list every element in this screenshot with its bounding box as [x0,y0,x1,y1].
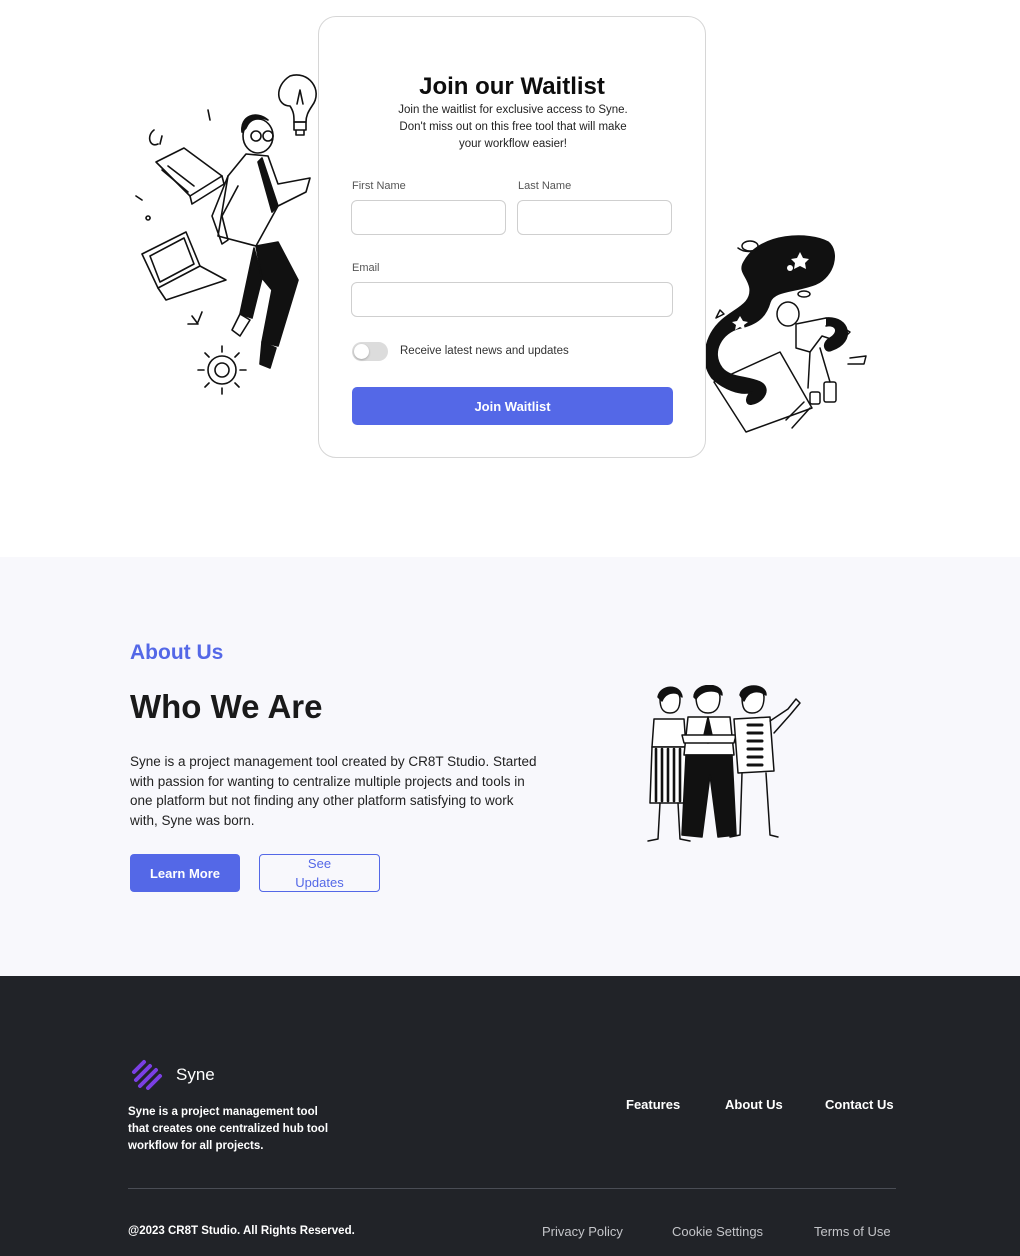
syne-logo-icon[interactable] [130,1058,164,1090]
newsletter-toggle[interactable] [352,342,388,361]
waitlist-section: Join our Waitlist Join the waitlist for … [0,0,1020,557]
first-name-label: First Name [352,180,406,192]
about-eyebrow: About Us [130,641,224,664]
first-name-input[interactable] [351,200,506,235]
galaxy-painter-illustration [704,235,867,433]
last-name-input[interactable] [517,200,672,235]
newsletter-toggle-label: Receive latest news and updates [400,345,569,357]
about-title: Who We Are [130,688,323,725]
footer-description: Syne is a project management tool that c… [128,1106,329,1152]
waitlist-card: Join our Waitlist Join the waitlist for … [318,16,706,458]
about-description: Syne is a project management tool create… [130,754,537,828]
see-updates-button[interactable]: See Updates [259,854,380,892]
last-name-label: Last Name [518,180,572,192]
email-label: Email [352,262,380,274]
footer-link-features[interactable]: Features [626,1097,680,1112]
footer-link-about-us[interactable]: About Us [725,1097,783,1112]
email-input[interactable] [351,282,673,317]
waitlist-subtitle: Join the waitlist for exclusive access t… [398,104,628,150]
copyright-text: @2023 CR8T Studio. All Rights Reserved. [128,1225,355,1237]
join-waitlist-button[interactable]: Join Waitlist [352,387,673,425]
flying-man-illustration [135,74,317,395]
toggle-knob [354,344,369,359]
terms-of-use-link[interactable]: Terms of Use [814,1224,891,1239]
privacy-policy-link[interactable]: Privacy Policy [542,1224,623,1239]
footer-link-contact-us[interactable]: Contact Us [825,1097,894,1112]
footer-divider [128,1188,896,1189]
footer-brand-name[interactable]: Syne [176,1065,215,1085]
learn-more-button[interactable]: Learn More [130,854,240,892]
site-footer: Syne Syne is a project management tool t… [0,976,1020,1256]
waitlist-title: Join our Waitlist [419,73,605,100]
about-section: About Us Who We Are Syne is a project ma… [0,557,1020,976]
team-illustration [647,685,801,842]
cookie-settings-link[interactable]: Cookie Settings [672,1224,763,1239]
